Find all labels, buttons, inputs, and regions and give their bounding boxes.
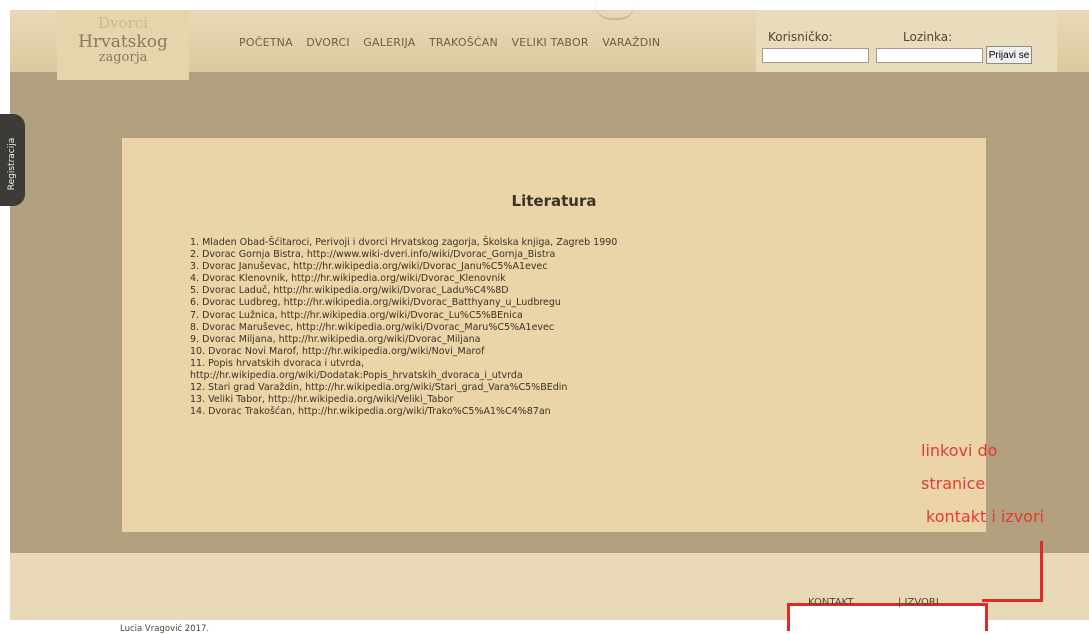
list-item: 10. Dvorac Novi Marof, http://hr.wikiped… (190, 345, 485, 357)
annotation-line-3: kontakt i izvori (926, 507, 1044, 526)
logo-line-2: Hrvatskog (78, 32, 168, 52)
username-input[interactable] (762, 48, 869, 63)
copyright-text: Lucia Vragović 2017. (120, 624, 210, 634)
list-item: 8. Dvorac Maruševec, http://hr.wikipedia… (190, 321, 555, 333)
website-page: Dvorci Hrvatskog zagorja POČETNA DVORCI … (10, 10, 1089, 634)
main-navigation: POČETNA DVORCI GALERIJA TRAKOŠĆAN VELIKI… (239, 36, 670, 49)
login-panel: Korisničko: Lozinka: Prijavi se (756, 10, 1057, 72)
nav-item-pocetna[interactable]: POČETNA (239, 36, 293, 49)
annotation-connector-horizontal (982, 599, 1043, 602)
registration-tab-label: Registracija (7, 137, 17, 191)
list-item: 12. Stari grad Varaždin, http://hr.wikip… (190, 382, 568, 394)
nav-item-dvorci[interactable]: DVORCI (306, 36, 350, 49)
username-label: Korisničko: (768, 30, 833, 44)
annotation-connector-vertical (1040, 541, 1043, 602)
list-item: 7. Dvorac Lužnica, http://hr.wikipedia.o… (190, 309, 523, 321)
list-item: 4. Dvorac Klenovnik, http://hr.wikipedia… (190, 273, 506, 285)
password-input[interactable] (876, 48, 983, 63)
login-button[interactable]: Prijavi se (986, 46, 1032, 64)
footer-link-izvori[interactable]: | IZVORI (898, 597, 939, 608)
list-item: 5. Dvorac Laduč, http://hr.wikipedia.org… (190, 285, 509, 297)
list-item: 2. Dvorac Gornja Bistra, http://www.wiki… (190, 249, 556, 261)
annotation-line-1: linkovi do (921, 441, 998, 460)
nav-item-galerija[interactable]: GALERIJA (363, 36, 415, 49)
nav-item-trakoscan[interactable]: TRAKOŠĆAN (429, 36, 498, 49)
footer-link-kontakt[interactable]: KONTAKT (808, 597, 853, 608)
site-header: Dvorci Hrvatskog zagorja POČETNA DVORCI … (10, 10, 1089, 80)
annotation-line-2: stranice (921, 474, 986, 493)
logo-line-1: Dvorci (98, 14, 148, 32)
header-ornament (595, 4, 635, 20)
list-item: 13. Veliki Tabor, http://hr.wikipedia.or… (190, 394, 454, 406)
reference-list: 1. Mladen Obad-Šćitaroci, Perivoji i dvo… (190, 237, 617, 418)
logo-line-3: zagorja (98, 50, 148, 65)
nav-item-veliki-tabor[interactable]: VELIKI TABOR (511, 36, 588, 49)
list-item: 9. Dvorac Miljana, http://hr.wikipedia.o… (190, 333, 481, 345)
site-logo[interactable]: Dvorci Hrvatskog zagorja (57, 10, 189, 80)
list-item: 6. Dvorac Ludbreg, http://hr.wikipedia.o… (190, 297, 561, 309)
list-item: http://hr.wikipedia.org/wiki/Dodatak:Pop… (190, 370, 523, 382)
list-item: 3. Dvorac Januševac, http://hr.wikipedia… (190, 261, 548, 273)
password-label: Lozinka: (903, 30, 953, 44)
content-panel: Literatura 1. Mladen Obad-Šćitaroci, Per… (122, 138, 986, 532)
list-item: 14. Dvorac Trakošćan, http://hr.wikipedi… (190, 406, 551, 418)
list-item: 1. Mladen Obad-Šćitaroci, Perivoji i dvo… (190, 237, 618, 248)
registration-tab[interactable]: Registracija (0, 114, 25, 206)
nav-item-varazdin[interactable]: VARAŽDIN (602, 36, 660, 49)
list-item: 11. Popis hrvatskih dvoraca i utvrda, (190, 357, 365, 369)
page-title: Literatura (511, 192, 597, 210)
